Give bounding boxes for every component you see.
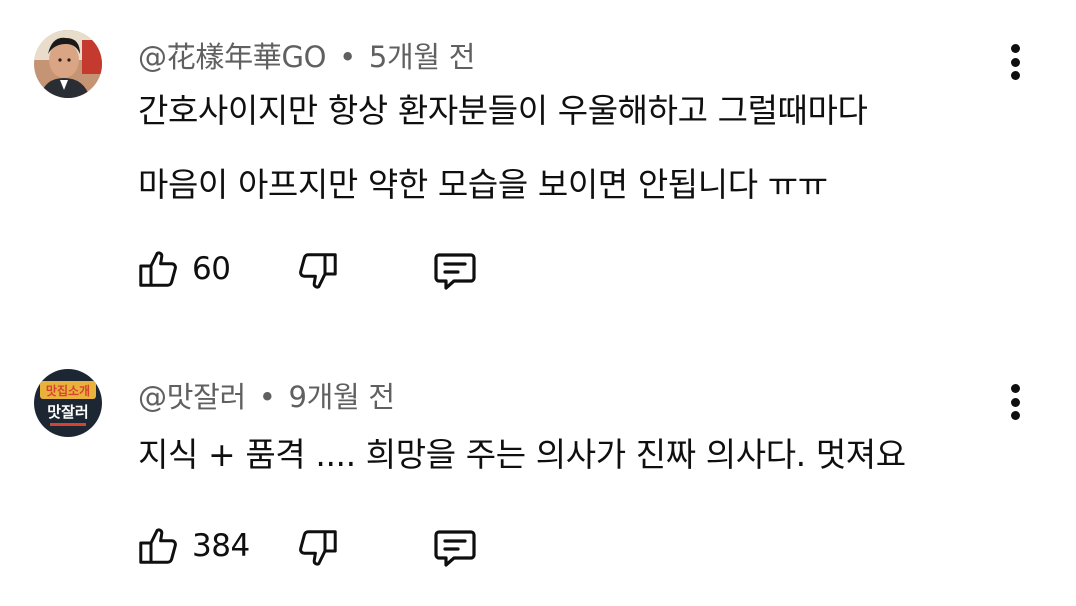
author-name[interactable]: @맛잘러 bbox=[138, 380, 246, 414]
more-vertical-icon[interactable] bbox=[1000, 40, 1030, 84]
comment-time[interactable]: 9개월 전 bbox=[289, 380, 396, 414]
comment-text-line: 간호사이지만 항상 환자분들이 우울해하고 그럴때마다 bbox=[138, 91, 868, 130]
dislike-button[interactable] bbox=[294, 524, 342, 572]
comment-actions: 384 bbox=[134, 520, 476, 572]
like-count: 60 bbox=[192, 251, 231, 287]
avatar-photo-icon bbox=[34, 30, 102, 98]
thumbs-down-icon bbox=[299, 530, 337, 566]
reply-comment-icon bbox=[434, 530, 476, 567]
reply-button[interactable] bbox=[430, 524, 480, 572]
meta-separator: • bbox=[258, 380, 276, 414]
avatar[interactable] bbox=[34, 30, 102, 98]
thumbs-down-icon bbox=[299, 253, 337, 289]
reply-button[interactable] bbox=[430, 247, 480, 295]
comment-item: @花樣年華GO • 5개월 전 간호사이지만 항상 환자분들이 우울해하고 그럴… bbox=[0, 0, 1076, 330]
comment-text: 간호사이지만 항상 환자분들이 우울해하고 그럴때마다 마음이 아프지만 약한 … bbox=[138, 74, 1018, 222]
like-count: 384 bbox=[192, 528, 250, 564]
author-name[interactable]: @花樣年華GO bbox=[138, 40, 327, 74]
reply-comment-icon bbox=[434, 253, 476, 290]
meta-separator: • bbox=[339, 40, 356, 74]
comment-actions: 60 bbox=[134, 243, 476, 295]
comment-meta: @맛잘러 • 9개월 전 bbox=[138, 374, 395, 416]
logo-text-main: 맛잘러 bbox=[47, 403, 88, 421]
comment-item: 맛집소개 맛잘러 @맛잘러 • 9개월 전 지식 + 품격 .... 희망을 주… bbox=[0, 340, 1076, 606]
thumbs-up-icon bbox=[139, 528, 177, 564]
comment-text-line: 지식 + 품격 .... 희망을 주는 의사가 진짜 의사다. 멋져요 bbox=[138, 435, 906, 474]
channel-logo-icon: 맛집소개 맛잘러 bbox=[34, 369, 102, 437]
logo-text-top: 맛집소개 bbox=[46, 383, 90, 398]
avatar[interactable]: 맛집소개 맛잘러 bbox=[34, 369, 102, 437]
more-vertical-icon[interactable] bbox=[1000, 380, 1030, 424]
dislike-button[interactable] bbox=[294, 247, 342, 295]
like-button[interactable]: 60 bbox=[134, 245, 231, 293]
like-button[interactable]: 384 bbox=[134, 522, 250, 570]
comment-text-line: 마음이 아프지만 약한 모습을 보이면 안됩니다 ㅠㅠ bbox=[138, 165, 828, 204]
comment-text: 지식 + 품격 .... 희망을 주는 의사가 진짜 의사다. 멋져요 bbox=[138, 418, 1018, 492]
thumbs-up-icon bbox=[139, 251, 177, 287]
comment-time[interactable]: 5개월 전 bbox=[369, 40, 476, 74]
comment-meta: @花樣年華GO • 5개월 전 bbox=[138, 34, 475, 76]
